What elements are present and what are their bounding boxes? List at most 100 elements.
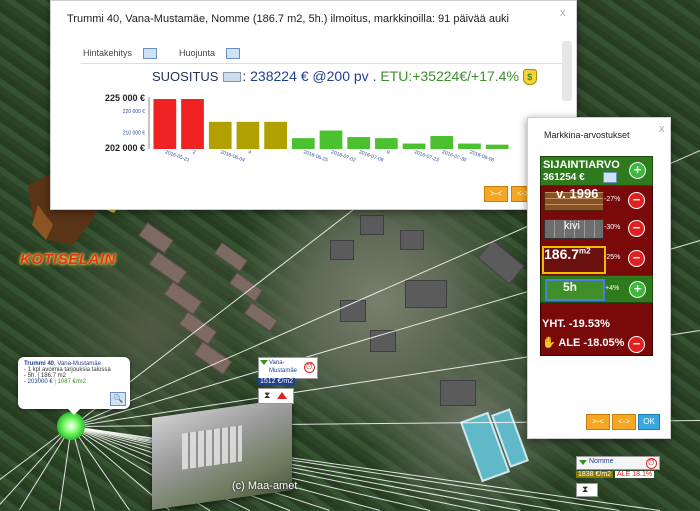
photo-building: [182, 425, 242, 470]
building: [138, 222, 174, 254]
y-tick-label: 202 000 €: [105, 143, 145, 153]
prev-button[interactable]: >-<: [484, 186, 508, 202]
popup-price-row: - 203000 € | 1087 €/m2: [24, 379, 86, 385]
y-tick-label: 220 000 €: [123, 109, 145, 115]
area-value: 186.7m2: [544, 246, 591, 262]
x-tick-label: 2: [192, 149, 197, 156]
marker-label: Nomme ⏰: [576, 456, 660, 470]
building: [400, 230, 424, 250]
marker-price-row: 1838 €/m2 ALE 18.1%: [576, 471, 655, 478]
material-row: kivi -30% −: [540, 216, 651, 240]
sijaintiarvo-label: SIJAINTIARVO: [543, 159, 620, 171]
chart-bar[interactable]: [153, 99, 177, 149]
chart-bar[interactable]: [458, 143, 481, 149]
building: [477, 239, 525, 285]
money-bag-icon: $: [522, 69, 537, 86]
chart-bar[interactable]: [402, 143, 426, 149]
discount-value: ALE -18.05%: [558, 337, 625, 349]
minus-button[interactable]: −: [628, 336, 645, 353]
building: [228, 272, 264, 302]
x-tick-label: 2016-08-06: [469, 149, 495, 163]
marker-name: Vana-Mustamäe: [269, 360, 298, 374]
prev-button[interactable]: >-<: [586, 414, 610, 430]
ok-button[interactable]: OK: [638, 414, 660, 430]
hourglass-icon: ⧗: [264, 390, 271, 400]
minus-button[interactable]: −: [628, 250, 645, 267]
alert-icon[interactable]: ⏰: [646, 458, 657, 469]
chart-bar[interactable]: [485, 144, 509, 149]
chart-bar[interactable]: [208, 121, 232, 149]
building: [405, 280, 447, 308]
building: [163, 281, 203, 315]
chart-bar[interactable]: [181, 99, 204, 149]
zoom-icon[interactable]: 🔍: [110, 392, 126, 406]
price-chart: 225 000 € 202 000 € 220 000 € 210 000 € 2016…: [105, 93, 509, 164]
material-pct: -30%: [604, 224, 621, 231]
marker-sale: ALE 18.1%: [615, 471, 655, 478]
chart-bar[interactable]: [264, 121, 287, 149]
x-tick-label: 2016-07-09: [358, 149, 384, 163]
property-marker-nomme[interactable]: Nomme ⏰ 1838 €/m2 ALE 18.1% ⧗: [576, 456, 660, 497]
marker-price: 1512 €/m2: [258, 378, 296, 385]
up-arrow-icon[interactable]: [277, 392, 287, 399]
plus-button[interactable]: +: [629, 281, 646, 298]
x-tick-label: 2016-07-30: [441, 149, 467, 163]
minus-button[interactable]: −: [628, 192, 645, 209]
chart-bar[interactable]: [291, 138, 315, 149]
chart-bar[interactable]: [375, 138, 398, 149]
material-value: kivi: [564, 220, 580, 232]
next-button[interactable]: <->: [612, 414, 636, 430]
area-row: 186.7m2 -25% −: [540, 244, 651, 274]
building: [440, 380, 476, 406]
suositus-value: 238224 € @200 pv: [250, 68, 369, 84]
info-icon[interactable]: [603, 172, 617, 183]
marker-label: Vana-Mustamäe ⏰: [258, 357, 318, 379]
popup-price: - 203000 €: [24, 379, 53, 385]
chart-bar[interactable]: [319, 130, 343, 149]
y-tick-label: 210 000 €: [123, 131, 145, 137]
discount-row: ✋ ALE -18.05%: [542, 336, 624, 349]
x-tick-label: 2016-07-02: [330, 149, 356, 163]
building: [360, 215, 384, 235]
building: [213, 242, 249, 272]
hand-icon: ✋: [542, 337, 556, 349]
plus-button[interactable]: +: [629, 162, 646, 179]
property-marker-vana-mustamae[interactable]: Vana-Mustamäe ⏰ 1512 €/m2 ⧗: [258, 357, 318, 405]
building: [243, 302, 279, 332]
scrollbar[interactable]: [562, 41, 572, 101]
price-history-dialog: Trummi 40, Vana-Mustamäe, Nomme (186.7 m…: [50, 0, 577, 210]
etu-value: ETU:+35224€/+17.4%: [380, 68, 519, 84]
x-tick-label: 4: [247, 149, 252, 156]
calc-icon[interactable]: [223, 72, 242, 83]
rooms-pct: +4%: [605, 285, 620, 292]
tab-huojunta[interactable]: Huojunta: [179, 48, 240, 60]
suositus-label: SUOSITUS: [152, 69, 219, 84]
flag-icon: [260, 360, 268, 365]
hourglass-icon: ⧗: [582, 484, 589, 494]
street-photo[interactable]: [152, 398, 292, 510]
close-button[interactable]: x: [659, 123, 665, 135]
location-marker[interactable]: [57, 412, 85, 440]
popup-pointer: [68, 409, 80, 415]
marker-controls: ⧗: [258, 388, 294, 404]
sijaintiarvo-row: SIJAINTIARVO 361254 € +: [540, 156, 653, 186]
copyright-text: (c) Maa-amet: [232, 480, 298, 492]
dialog-title: Trummi 40, Vana-Mustamäe, Nomme (186.7 m…: [67, 13, 510, 25]
area-pct: -25%: [604, 254, 621, 261]
x-tick-label: 2016-07-23: [413, 149, 439, 163]
marker-controls: ⧗: [576, 483, 598, 497]
close-button[interactable]: x: [560, 7, 566, 19]
y-tick-label: 225 000 €: [105, 93, 145, 103]
chart-icon: [142, 48, 157, 60]
tab-hintakehitys[interactable]: Hintakehitys: [83, 48, 157, 60]
chart-bar[interactable]: [347, 137, 371, 149]
property-popup: Trummi 40, Vana-Mustamäe - 1 kpl avoimia…: [18, 357, 130, 415]
market-title: Markkina-arvostukset: [544, 130, 630, 140]
alert-icon[interactable]: ⏰: [304, 362, 315, 373]
market-valuation-dialog: Markkina-arvostukset x SIJAINTIARVO 3612…: [527, 117, 671, 439]
minus-button[interactable]: −: [628, 220, 645, 237]
tab-underline: [81, 63, 571, 64]
chart-bar[interactable]: [236, 121, 260, 149]
chart-bar[interactable]: [430, 135, 454, 149]
x-tick-label: 2016-05-21: [164, 149, 190, 163]
